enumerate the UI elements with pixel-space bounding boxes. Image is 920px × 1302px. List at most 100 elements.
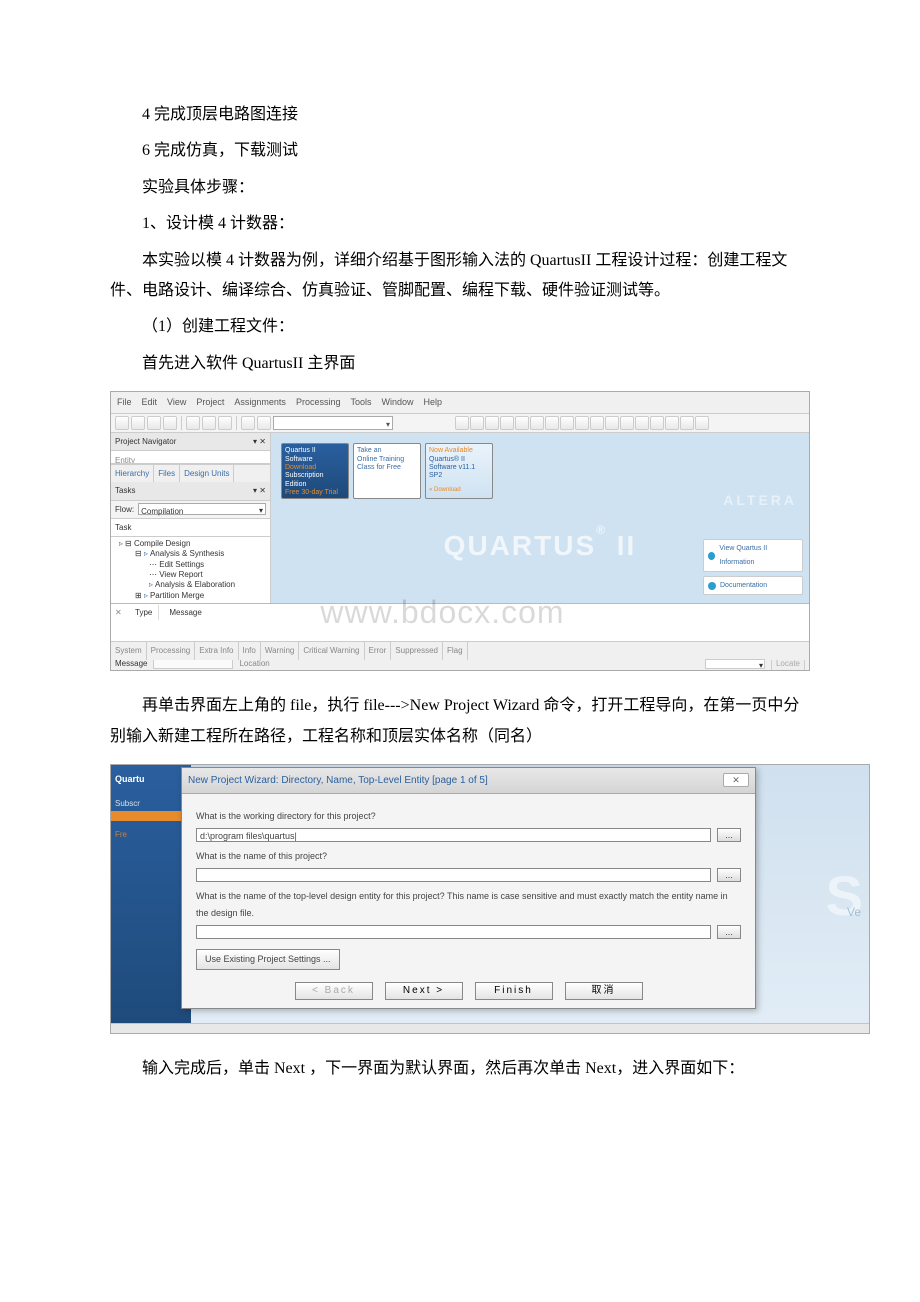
tool-open-icon[interactable] [131, 416, 145, 430]
center-canvas: Quartus II Software Download Subscriptio… [271, 433, 809, 603]
finish-button[interactable]: Finish [475, 982, 553, 1000]
menu-file[interactable]: File [117, 394, 132, 411]
cancel-button[interactable]: 取消 [565, 982, 643, 1000]
msg-tab-system[interactable]: System [111, 642, 147, 659]
tool-cut-icon[interactable] [186, 416, 200, 430]
tool-help-icon[interactable] [695, 416, 709, 430]
msg-tab-error[interactable]: Error [365, 642, 392, 659]
menu-tools[interactable]: Tools [350, 394, 371, 411]
flow-select[interactable]: Compilation [138, 503, 266, 515]
tool-misc-icon[interactable] [635, 416, 649, 430]
new-project-wizard-screenshot: Quartu Subscr Fre S Ve New Project Wizar… [110, 764, 870, 1034]
project-navigator-title: Project Navigator ▾ ✕ [111, 433, 270, 451]
tool-misc-icon[interactable] [575, 416, 589, 430]
left-panel: Project Navigator ▾ ✕ Entity Compilation… [111, 433, 271, 603]
menu-window[interactable]: Window [381, 394, 413, 411]
link-label: View Quartus II Information [719, 542, 798, 569]
tool-paste-icon[interactable] [218, 416, 232, 430]
tool-misc-icon[interactable] [470, 416, 484, 430]
card-line: Now Available [429, 447, 489, 455]
tree-edit-settings[interactable]: Edit Settings [159, 560, 204, 569]
working-directory-input[interactable]: d:\program files\quartus| [196, 828, 711, 842]
menu-edit[interactable]: Edit [142, 394, 158, 411]
status-message-input[interactable] [153, 659, 233, 669]
browse-project-button[interactable]: ... [717, 868, 741, 882]
info-dot-icon [708, 552, 715, 560]
msg-tab-info[interactable]: Info [239, 642, 261, 659]
menubar: File Edit View Project Assignments Proce… [111, 392, 809, 414]
tool-misc-icon[interactable] [650, 416, 664, 430]
promo-card-update[interactable]: Now Available Quartus® II Software v11.1… [425, 443, 493, 499]
tool-print-icon[interactable] [163, 416, 177, 430]
msg-tab-suppressed[interactable]: Suppressed [391, 642, 443, 659]
use-existing-settings-button[interactable]: Use Existing Project Settings ... [196, 949, 340, 970]
tool-compile-icon[interactable] [545, 416, 559, 430]
tool-new-icon[interactable] [115, 416, 129, 430]
project-name-input[interactable] [196, 868, 711, 882]
toolbar-project-select[interactable] [273, 416, 393, 430]
toolbar [111, 414, 809, 433]
altera-logo-text: ALTERA [723, 487, 797, 514]
tool-redo-icon[interactable] [257, 416, 271, 430]
tool-misc-icon[interactable] [455, 416, 469, 430]
tree-view-report[interactable]: View Report [159, 570, 202, 579]
project-name-label: What is the name of this project? [196, 848, 741, 865]
tree-partition-merge[interactable]: Partition Merge [150, 591, 204, 600]
promo-card-training[interactable]: Take an Online Training Class for Free [353, 443, 421, 499]
tab-design-units[interactable]: Design Units [180, 465, 234, 482]
close-icon[interactable]: ✕ [723, 773, 749, 787]
heading-steps: 实验具体步骤： [110, 173, 810, 203]
msg-expand-icon[interactable]: ✕ [115, 605, 125, 620]
menu-processing[interactable]: Processing [296, 394, 341, 411]
tab-files[interactable]: Files [154, 465, 180, 482]
tool-copy-icon[interactable] [202, 416, 216, 430]
status-location-select[interactable] [705, 659, 765, 669]
compile-tree: ▹⊟ Compile Design ⊟ ▹Analysis & Synthesi… [111, 537, 270, 603]
promo-card-subscription[interactable]: Quartus II Software Download Subscriptio… [281, 443, 349, 499]
card-line: Quartus II Software [285, 447, 345, 464]
next-button[interactable]: Next > [385, 982, 463, 1000]
menu-assignments[interactable]: Assignments [234, 394, 286, 411]
message-tabs: System Processing Extra Info Info Warnin… [111, 641, 809, 659]
view-quartus-info-link[interactable]: View Quartus II Information [703, 539, 803, 572]
bdocx-watermark: www.bdocx.com [320, 582, 564, 643]
menu-view[interactable]: View [167, 394, 186, 411]
working-directory-label: What is the working directory for this p… [196, 808, 741, 825]
browse-directory-button[interactable]: ... [717, 828, 741, 842]
msg-tab-critical[interactable]: Critical Warning [299, 642, 364, 659]
tool-misc-icon[interactable] [560, 416, 574, 430]
tool-misc-icon[interactable] [485, 416, 499, 430]
tool-save-icon[interactable] [147, 416, 161, 430]
tool-misc-icon[interactable] [530, 416, 544, 430]
tool-misc-icon[interactable] [515, 416, 529, 430]
tree-analysis-synthesis[interactable]: Analysis & Synthesis [150, 549, 224, 558]
documentation-link[interactable]: Documentation [703, 576, 803, 595]
panel-controls-icon[interactable]: ▾ ✕ [253, 483, 266, 498]
msg-tab-flag[interactable]: Flag [443, 642, 468, 659]
tool-misc-icon[interactable] [500, 416, 514, 430]
menu-help[interactable]: Help [424, 394, 443, 411]
tab-hierarchy[interactable]: Hierarchy [111, 465, 154, 482]
tool-undo-icon[interactable] [241, 416, 255, 430]
menu-project[interactable]: Project [196, 394, 224, 411]
tree-analysis-elaboration[interactable]: Analysis & Elaboration [155, 580, 235, 589]
tool-misc-icon[interactable] [590, 416, 604, 430]
tree-compile-design[interactable]: Compile Design [134, 539, 190, 548]
tasks-panel-title: Tasks ▾ ✕ [111, 482, 270, 500]
top-entity-input[interactable] [196, 925, 711, 939]
bg-large-letter: S [826, 843, 863, 949]
msg-tab-warning[interactable]: Warning [261, 642, 300, 659]
card-download-link[interactable]: » Download [429, 487, 489, 494]
tool-misc-icon[interactable] [605, 416, 619, 430]
panel-controls-icon[interactable]: ▾ ✕ [253, 434, 266, 449]
flow-label: Flow: [115, 502, 134, 517]
tool-misc-icon[interactable] [680, 416, 694, 430]
msg-tab-processing[interactable]: Processing [147, 642, 196, 659]
tool-misc-icon[interactable] [620, 416, 634, 430]
navigator-tabs: Hierarchy Files Design Units [111, 464, 270, 482]
browse-entity-button[interactable]: ... [717, 925, 741, 939]
msg-tab-extrainfo[interactable]: Extra Info [195, 642, 238, 659]
back-button[interactable]: < Back [295, 982, 373, 1000]
tool-misc-icon[interactable] [665, 416, 679, 430]
instruction-new-project-wizard: 再单击界面左上角的 file，执行 file--->New Project Wi… [110, 691, 810, 752]
